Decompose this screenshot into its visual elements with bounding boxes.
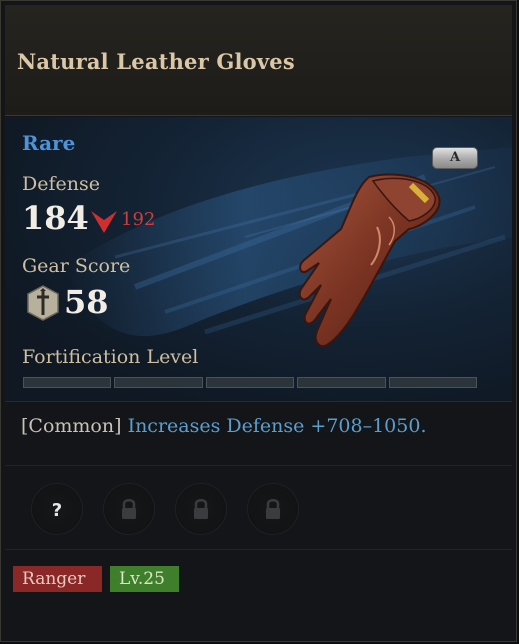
fortification-segment bbox=[205, 377, 295, 388]
gear-score-dagger-icon bbox=[27, 285, 59, 321]
fortification-label: Fortification Level bbox=[22, 346, 199, 368]
fortification-segment bbox=[23, 377, 112, 388]
socket-slot-3[interactable] bbox=[175, 483, 227, 535]
effect-tier: [Common] bbox=[21, 415, 122, 437]
effect-text: Increases Defense +708–1050. bbox=[127, 415, 427, 437]
grade-badge: A bbox=[432, 147, 478, 169]
divider bbox=[5, 549, 512, 550]
divider bbox=[5, 401, 512, 402]
item-tooltip: Natural Leather Gloves Rare A Defense 18… bbox=[0, 0, 517, 642]
item-rarity: Rare bbox=[22, 131, 76, 155]
item-effect: [Common] Increases Defense +708–1050. bbox=[21, 415, 427, 437]
fortification-bar bbox=[23, 377, 478, 388]
divider bbox=[5, 465, 512, 466]
down-arrow-icon bbox=[91, 211, 117, 233]
fortification-segment bbox=[388, 377, 478, 388]
socket-slot-2[interactable] bbox=[103, 483, 155, 535]
defense-compare-value: 192 bbox=[121, 209, 156, 230]
lock-icon bbox=[194, 499, 208, 519]
lock-icon bbox=[122, 499, 136, 519]
gear-score-label: Gear Score bbox=[22, 255, 131, 277]
fortification-segment bbox=[114, 377, 203, 388]
stats-panel: Rare A Defense 184 192 Gear Score 58 For… bbox=[5, 117, 512, 401]
lock-icon bbox=[266, 499, 280, 519]
question-mark-icon: ? bbox=[52, 500, 62, 521]
defense-value: 184 bbox=[22, 199, 89, 237]
socket-slot-1[interactable]: ? bbox=[31, 483, 83, 535]
level-requirement-tag: Lv.25 bbox=[110, 566, 179, 592]
svg-text:?: ? bbox=[52, 500, 62, 521]
fortification-segment bbox=[297, 377, 386, 388]
leather-glove-icon bbox=[298, 173, 441, 347]
socket-slot-4[interactable] bbox=[247, 483, 299, 535]
class-requirement-tag: Ranger bbox=[13, 566, 102, 592]
tooltip-header: Natural Leather Gloves bbox=[5, 5, 512, 116]
defense-label: Defense bbox=[22, 173, 100, 195]
item-name: Natural Leather Gloves bbox=[17, 49, 295, 74]
gear-score-value: 58 bbox=[64, 283, 109, 321]
